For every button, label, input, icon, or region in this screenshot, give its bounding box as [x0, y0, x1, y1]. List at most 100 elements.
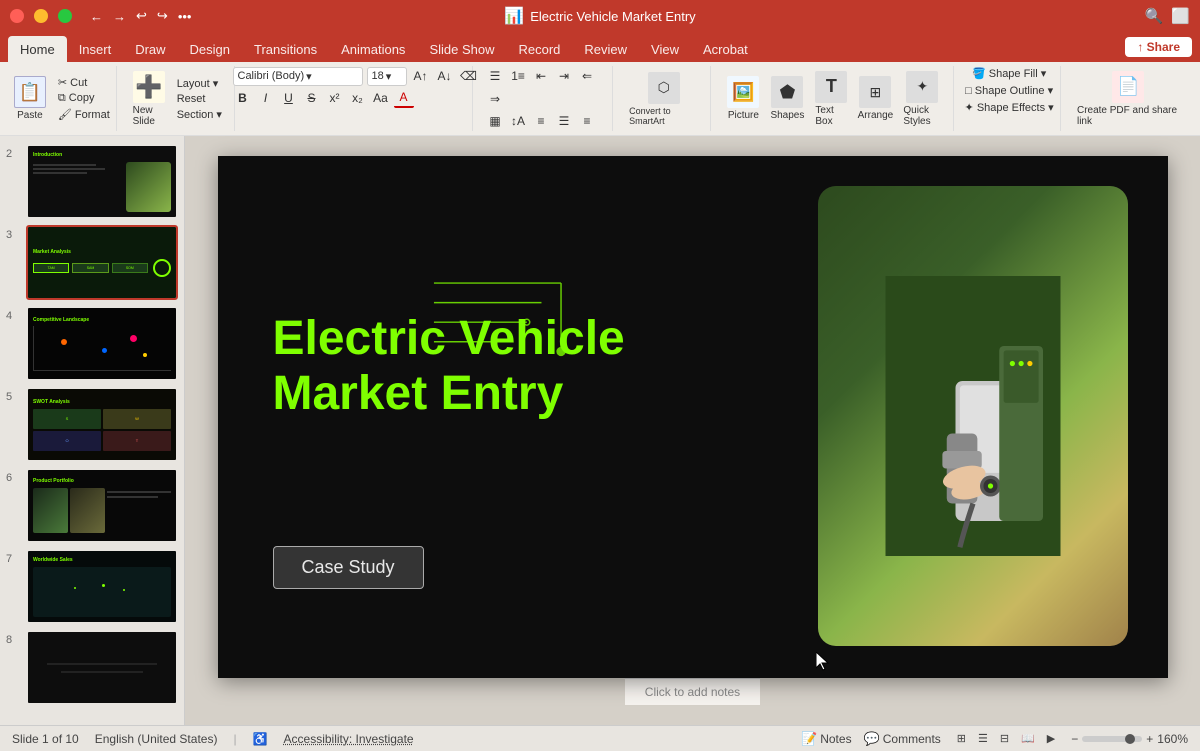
- tab-review[interactable]: Review: [572, 36, 639, 62]
- zoom-in-button[interactable]: +: [1146, 732, 1153, 746]
- font-size-dropdown[interactable]: 18▾: [367, 67, 407, 86]
- format-painter-button[interactable]: 🖌 Format: [54, 107, 114, 122]
- font-decrease-button[interactable]: A↓: [435, 66, 455, 86]
- tab-home[interactable]: Home: [8, 36, 67, 62]
- italic-button[interactable]: I: [256, 88, 276, 108]
- align-center-button[interactable]: ☰: [554, 111, 574, 131]
- section-button[interactable]: Section ▾: [173, 107, 226, 122]
- tab-slideshow[interactable]: Slide Show: [417, 36, 506, 62]
- share-button[interactable]: ↑ Share: [1125, 37, 1192, 57]
- clipboard-sub-buttons: ✂ Cut ⧉ Copy 🖌 Format: [54, 75, 114, 122]
- comments-button[interactable]: 💬 Comments: [864, 731, 941, 747]
- bullets-button[interactable]: ☰: [485, 66, 505, 86]
- superscript-button[interactable]: x²: [325, 88, 345, 108]
- back-icon[interactable]: ←: [90, 9, 103, 24]
- decrease-indent-button[interactable]: ⇤: [531, 66, 551, 86]
- thumb2-line2: [33, 168, 105, 170]
- tab-view[interactable]: View: [639, 36, 691, 62]
- slide-thumb-3[interactable]: 3 Market Analysis TAM SAM SOM: [6, 225, 178, 300]
- close-button[interactable]: [10, 9, 24, 23]
- more-icon[interactable]: •••: [178, 9, 192, 24]
- slide-thumb-img-4[interactable]: Competitive Landscape: [26, 306, 178, 381]
- slide-thumb-img-2[interactable]: Introduction: [26, 144, 178, 219]
- underline-button[interactable]: U: [279, 88, 299, 108]
- font-family-dropdown[interactable]: Calibri (Body)▾: [233, 67, 363, 86]
- numbering-button[interactable]: 1≡: [508, 66, 528, 86]
- ltr-button[interactable]: ⇒: [485, 89, 505, 109]
- notes-bar[interactable]: Click to add notes: [625, 678, 760, 705]
- slide-thumb-8[interactable]: 8: [6, 630, 178, 705]
- textbox-button[interactable]: T Text Box: [811, 69, 851, 129]
- slide-thumb-7[interactable]: 7 Worldwide Sales: [6, 549, 178, 624]
- shape-effects-button[interactable]: ✦ Shape Effects ▾: [961, 100, 1058, 115]
- slide-thumb-2[interactable]: 2 Introduction: [6, 144, 178, 219]
- tab-draw[interactable]: Draw: [123, 36, 177, 62]
- layout-button[interactable]: Layout ▾: [173, 76, 226, 91]
- clear-format-button[interactable]: ⌫: [459, 66, 479, 86]
- slide-thumb-img-3[interactable]: Market Analysis TAM SAM SOM: [26, 225, 178, 300]
- picture-button[interactable]: 🖼️ Picture: [723, 74, 763, 123]
- copy-button[interactable]: ⧉ Copy: [54, 91, 114, 106]
- slide-thumb-6[interactable]: 6 Product Portfolio: [6, 468, 178, 543]
- reset-button[interactable]: Reset: [173, 92, 226, 106]
- tab-acrobat[interactable]: Acrobat: [691, 36, 760, 62]
- slide-panel[interactable]: 2 Introduction 3: [0, 136, 185, 725]
- tab-insert[interactable]: Insert: [67, 36, 124, 62]
- subscript-button[interactable]: x₂: [348, 88, 368, 108]
- thumb5-o: O: [33, 431, 101, 451]
- slide-thumb-img-7[interactable]: Worldwide Sales: [26, 549, 178, 624]
- zoom-out-button[interactable]: −: [1071, 732, 1078, 746]
- canvas-area[interactable]: Electric Vehicle Market Entry Case Study: [185, 136, 1200, 725]
- change-case-button[interactable]: Aa: [371, 88, 391, 108]
- slide-main-title[interactable]: Electric Vehicle Market Entry: [273, 311, 723, 421]
- undo-icon[interactable]: ↩: [136, 8, 147, 24]
- minimize-button[interactable]: [34, 9, 48, 23]
- slide-thumb-img-8[interactable]: [26, 630, 178, 705]
- slide-thumb-img-6[interactable]: Product Portfolio: [26, 468, 178, 543]
- tab-design[interactable]: Design: [178, 36, 242, 62]
- text-direction-button[interactable]: ↕A: [508, 111, 528, 131]
- zoom-slider[interactable]: [1082, 736, 1142, 742]
- forward-icon[interactable]: →: [113, 9, 126, 24]
- quick-styles-button[interactable]: ✦ Quick Styles: [899, 69, 945, 129]
- tab-animations[interactable]: Animations: [329, 36, 417, 62]
- paste-button[interactable]: 📋 Paste: [10, 74, 50, 123]
- strikethrough-button[interactable]: S: [302, 88, 322, 108]
- notes-button[interactable]: 📝 Notes: [801, 731, 852, 747]
- redo-icon[interactable]: ↪: [157, 8, 168, 24]
- slide-sorter-button[interactable]: ⊟: [996, 731, 1013, 746]
- accessibility-info[interactable]: Accessibility: Investigate: [284, 732, 414, 746]
- cut-button[interactable]: ✂ Cut: [54, 75, 114, 90]
- shape-outline-button[interactable]: □ Shape Outline ▾: [961, 83, 1057, 98]
- tab-record[interactable]: Record: [506, 36, 572, 62]
- convert-smartart-button[interactable]: ⬡ Convert to SmartArt: [625, 70, 702, 128]
- font-color-button[interactable]: A: [394, 88, 414, 108]
- align-right-button[interactable]: ≡: [577, 111, 597, 131]
- slide-canvas[interactable]: Electric Vehicle Market Entry Case Study: [218, 156, 1168, 678]
- slideshow-button[interactable]: ▶: [1043, 731, 1059, 746]
- slide-thumb-img-5[interactable]: SWOT Analysis S W O T: [26, 387, 178, 462]
- search-icon[interactable]: 🔍: [1145, 7, 1164, 25]
- accessibility-separator: |: [233, 732, 236, 746]
- columns-button[interactable]: ▦: [485, 111, 505, 131]
- slide-thumb-4[interactable]: 4 Competitive Landscape: [6, 306, 178, 381]
- align-left-button[interactable]: ≡: [531, 111, 551, 131]
- rtl-button[interactable]: ⇐: [577, 66, 597, 86]
- reading-view-button[interactable]: 📖: [1017, 731, 1039, 746]
- more-options-icon[interactable]: ⬜: [1171, 7, 1190, 25]
- bold-button[interactable]: B: [233, 88, 253, 108]
- new-slide-button[interactable]: ➕ New Slide: [129, 69, 169, 129]
- normal-view-button[interactable]: ⊞: [953, 731, 970, 746]
- shapes-button[interactable]: ⬟ Shapes: [767, 74, 807, 123]
- create-pdf-button[interactable]: 📄 Create PDF and share link: [1073, 69, 1184, 129]
- font-increase-button[interactable]: A↑: [411, 66, 431, 86]
- tab-transitions[interactable]: Transitions: [242, 36, 329, 62]
- outline-view-button[interactable]: ☰: [974, 731, 992, 746]
- shape-fill-button[interactable]: 🪣 Shape Fill ▾: [968, 66, 1050, 81]
- maximize-button[interactable]: [58, 9, 72, 23]
- slide-thumb-5[interactable]: 5 SWOT Analysis S W O T: [6, 387, 178, 462]
- increase-indent-button[interactable]: ⇥: [554, 66, 574, 86]
- case-study-badge[interactable]: Case Study: [273, 546, 424, 589]
- arrange-button[interactable]: ⊞ Arrange: [855, 74, 895, 123]
- status-right: 📝 Notes 💬 Comments ⊞ ☰ ⊟ 📖 ▶ − + 160%: [801, 731, 1188, 747]
